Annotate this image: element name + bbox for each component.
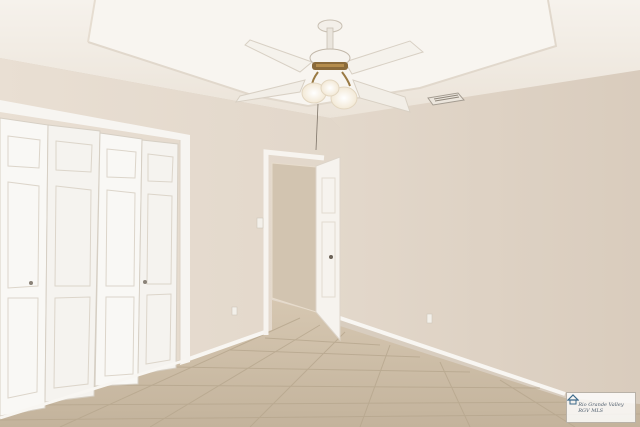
hallway-doorway	[272, 163, 316, 312]
wall-outlet	[426, 313, 433, 324]
light-switch[interactable]	[256, 217, 264, 229]
room-illustration	[0, 0, 640, 427]
watermark-line-1: Rio Grande Valley	[578, 401, 624, 408]
closet-knob[interactable]	[29, 281, 33, 285]
door-knob[interactable]	[329, 255, 333, 259]
watermark-text: Rio Grande Valley RGV MLS	[578, 402, 623, 414]
bedroom-photo: Rio Grande Valley RGV MLS	[0, 0, 640, 427]
wall-outlet	[231, 306, 238, 316]
house-logo-icon	[567, 394, 579, 405]
closet-knob[interactable]	[143, 280, 147, 284]
listing-watermark: Rio Grande Valley RGV MLS	[566, 392, 636, 423]
fan-light-globe	[320, 79, 340, 97]
watermark-line-2: RGV MLS	[578, 407, 604, 414]
open-door[interactable]	[315, 156, 341, 342]
